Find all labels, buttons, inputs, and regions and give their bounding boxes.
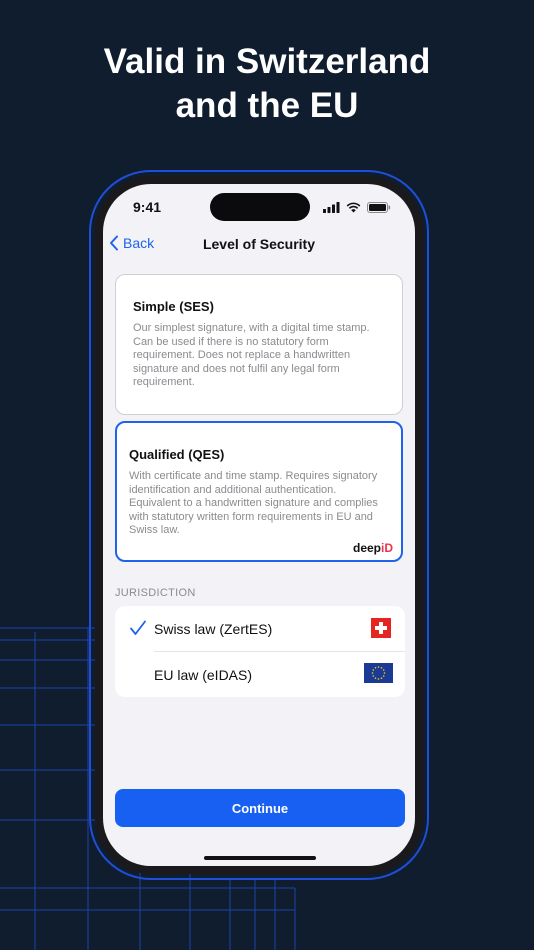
option-description: Our simplest signature, with a digital t…: [133, 322, 370, 388]
jurisdiction-item-label: EU law (eIDAS): [154, 666, 253, 683]
battery-icon: [367, 201, 391, 213]
deepid-logo-main: deep: [352, 541, 381, 555]
home-indicator: [204, 856, 316, 860]
status-time: 9:41: [133, 199, 162, 215]
headline: Valid in Switzerland and the EU: [0, 40, 534, 128]
eu-flag-icon: [364, 663, 393, 683]
wifi-icon: [346, 202, 361, 212]
option-card-qes[interactable]: Qualified (QES) With certificate and tim…: [115, 421, 403, 562]
swiss-flag-icon: [371, 618, 391, 638]
option-title: Qualified (QES): [129, 447, 225, 462]
option-description: With certificate and time stamp. Require…: [129, 470, 378, 536]
dynamic-island: [210, 193, 310, 221]
jurisdiction-list: Swiss law (ZertES) EU law (eIDAS): [115, 606, 405, 697]
phone-screen: 9:41 Back Level of Security Simple (SES)…: [103, 184, 415, 866]
deepid-logo: deep iD: [353, 541, 393, 555]
headline-line-1: Valid in Switzerland: [103, 42, 431, 81]
headline-line-2: and the EU: [175, 86, 359, 125]
jurisdiction-item-eu[interactable]: EU law (eIDAS): [115, 652, 405, 697]
jurisdiction-item-swiss[interactable]: Swiss law (ZertES): [115, 606, 405, 651]
jurisdiction-label: JURISDICTION: [115, 587, 196, 599]
nav-title: Level of Security: [202, 236, 316, 252]
signal-icon: [323, 201, 340, 213]
status-icons: [323, 201, 391, 213]
deepid-logo-accent: iD: [381, 541, 393, 555]
jurisdiction-item-label: Swiss law (ZertES): [154, 620, 273, 637]
option-card-ses[interactable]: Simple (SES) Our simplest signature, wit…: [115, 274, 403, 415]
option-title: Simple (SES): [133, 299, 214, 314]
checkmark-icon: [130, 620, 146, 635]
continue-button[interactable]: Continue: [115, 789, 405, 827]
